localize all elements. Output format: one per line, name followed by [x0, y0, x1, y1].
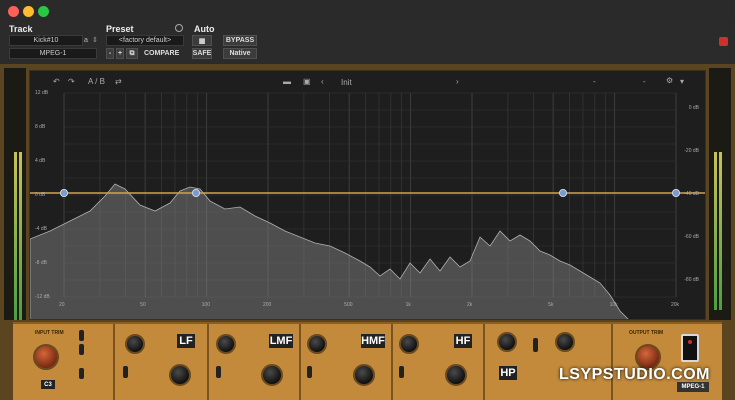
lf-shelf-switch[interactable]: [123, 366, 128, 378]
divider: [611, 324, 613, 400]
freq-label: 2k: [467, 302, 473, 308]
track-selector[interactable]: Kick#10: [9, 35, 83, 46]
insert-name: MPEG-1: [39, 50, 67, 57]
eq-band-node[interactable]: [672, 189, 681, 198]
input-meter-bar-right: [19, 152, 22, 320]
native-button[interactable]: Native: [223, 48, 257, 59]
left-db-label: 12 dB: [35, 90, 49, 96]
preset-info-icon[interactable]: [175, 24, 183, 32]
lmf-gain-knob[interactable]: [216, 334, 236, 354]
lf-gain-knob[interactable]: [125, 334, 145, 354]
preset-label: Preset: [106, 24, 134, 34]
freq-label: 20: [59, 302, 65, 308]
right-db-label: -40 dB: [684, 191, 699, 197]
lf-freq-knob[interactable]: [169, 364, 191, 386]
eq-band-node[interactable]: [559, 189, 568, 198]
auto-label: Auto: [194, 24, 215, 34]
freq-label: 20k: [671, 302, 680, 308]
hf-label: HF: [454, 334, 472, 348]
power-switch[interactable]: [681, 334, 699, 362]
preset-prev-button[interactable]: -: [106, 48, 114, 59]
preset-selector[interactable]: <factory default>: [106, 35, 184, 46]
preset-next-button[interactable]: +: [116, 48, 124, 59]
right-db-label: -80 dB: [684, 277, 699, 283]
plugin-header: Track Preset Auto Kick#10 a ⇕ MPEG-1 <fa…: [0, 22, 735, 65]
freq-label: 1k: [405, 302, 411, 308]
hmf-gain-knob[interactable]: [307, 334, 327, 354]
lp-freq-knob[interactable]: [555, 332, 575, 352]
left-db-label: -4 dB: [35, 226, 47, 232]
left-db-label: 8 dB: [35, 124, 46, 130]
automation-icon[interactable]: ▦: [192, 35, 212, 46]
input-switch-3[interactable]: [79, 368, 84, 379]
eq-graph[interactable]: ↶ ↷ A / B ⇄ ▬ ▣ ‹ Init › - - ⚙ ▾ 12 dB 8 …: [29, 70, 706, 320]
output-meter-bar-right: [719, 152, 722, 310]
preset-value: <factory default>: [118, 37, 172, 44]
lf-label: LF: [177, 334, 195, 348]
divider: [113, 324, 115, 400]
target-icon[interactable]: [719, 37, 728, 46]
lmf-label: LMF: [269, 334, 293, 348]
output-meter-bar-left: [714, 152, 717, 310]
zoom-window-button[interactable]: [38, 6, 49, 17]
input-meter: [4, 68, 26, 320]
left-db-label: 4 dB: [35, 158, 46, 164]
input-switch-1[interactable]: [79, 330, 84, 341]
channel-strip-panel: INPUT TRIM C3 LF LMF HMF HF HP OUTPUT TR…: [13, 322, 722, 400]
spectrum-area: [30, 183, 629, 319]
output-trim-label: OUTPUT TRIM: [629, 330, 664, 336]
divider: [299, 324, 301, 400]
divider: [483, 324, 485, 400]
bypass-button[interactable]: BYPASS: [223, 35, 257, 46]
divider: [207, 324, 209, 400]
eq-band-node[interactable]: [191, 189, 200, 198]
freq-label: 200: [263, 302, 272, 308]
left-db-label: -12 dB: [35, 294, 50, 300]
right-db-label: 0 dB: [688, 105, 699, 111]
insert-selector[interactable]: MPEG-1: [9, 48, 97, 59]
input-trim-label: INPUT TRIM: [35, 330, 64, 336]
eq-graph-canvas: [30, 92, 705, 319]
input-trim-knob[interactable]: [33, 344, 59, 370]
track-suffix: a: [84, 37, 88, 44]
track-name: Kick#10: [33, 37, 59, 44]
output-meter: [709, 68, 731, 320]
title-bar: [0, 0, 735, 23]
left-db-label: 0 dB: [35, 192, 46, 198]
lmf-q-switch[interactable]: [216, 366, 221, 378]
hp-freq-knob[interactable]: [497, 332, 517, 352]
hmf-q-switch[interactable]: [307, 366, 312, 378]
freq-label: 500: [344, 302, 353, 308]
hf-freq-knob[interactable]: [445, 364, 467, 386]
left-db-label: -8 dB: [35, 260, 47, 266]
hmf-freq-knob[interactable]: [353, 364, 375, 386]
hmf-label: HMF: [361, 334, 385, 348]
freq-label: 50: [140, 302, 146, 308]
c3-label: C3: [41, 380, 55, 389]
input-switch-2[interactable]: [79, 344, 84, 355]
close-window-button[interactable]: [8, 6, 19, 17]
freq-label: 100: [201, 302, 210, 308]
freq-label: 10k: [609, 302, 618, 308]
hf-shelf-switch[interactable]: [399, 366, 404, 378]
track-label: Track: [9, 24, 33, 34]
watermark: LSYPSTUDIO.COM: [559, 366, 711, 383]
copy-settings-icon[interactable]: ⧉: [126, 48, 138, 59]
right-db-label: -20 dB: [684, 148, 699, 154]
freq-label: 5k: [548, 302, 554, 308]
track-stepper-icon[interactable]: ⇕: [92, 36, 98, 44]
power-led-icon: [688, 340, 692, 344]
hf-gain-knob[interactable]: [399, 334, 419, 354]
compare-button[interactable]: COMPARE: [144, 50, 179, 57]
minimize-window-button[interactable]: [23, 6, 34, 17]
divider: [391, 324, 393, 400]
hp-label: HP: [499, 366, 517, 380]
hp-switch[interactable]: [533, 338, 538, 352]
lmf-freq-knob[interactable]: [261, 364, 283, 386]
input-meter-bar-left: [14, 152, 17, 320]
eq-band-node[interactable]: [59, 189, 68, 198]
right-db-label: -60 dB: [684, 234, 699, 240]
safe-button[interactable]: SAFE: [192, 48, 212, 59]
